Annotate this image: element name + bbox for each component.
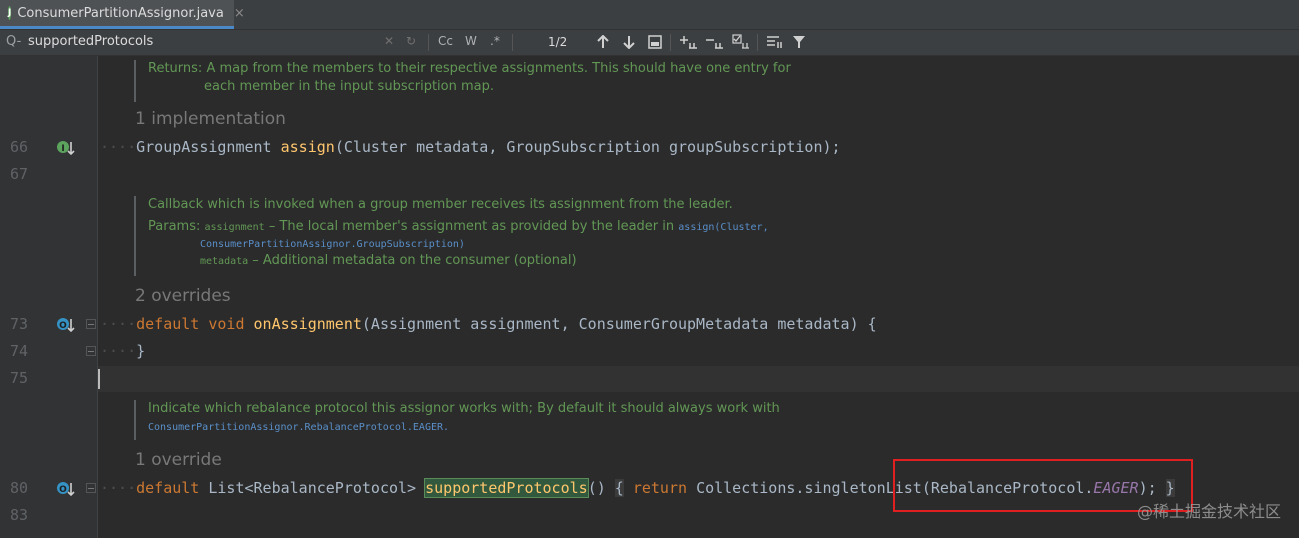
- doc-link[interactable]: assign(Cluster,: [678, 222, 768, 233]
- arrow-down-icon[interactable]: [622, 35, 636, 49]
- watermark: @稀土掘金技术社区: [1136, 502, 1281, 521]
- overridden-method-icon[interactable]: O: [56, 315, 76, 335]
- divider: [757, 34, 758, 51]
- search-history-icon[interactable]: ↻: [406, 34, 416, 48]
- line-number: 66: [10, 138, 29, 156]
- tab-consumer-partition-assignor[interactable]: J ConsumerPartitionAssignor.java ×: [0, 0, 245, 29]
- remove-occurrence-icon[interactable]: [706, 34, 724, 50]
- close-icon[interactable]: ×: [234, 6, 245, 21]
- divider: [670, 34, 671, 51]
- doc-text: – The local member's assignment as provi…: [264, 219, 679, 234]
- regex-button[interactable]: .*: [490, 34, 500, 48]
- filter-icon[interactable]: [792, 35, 806, 49]
- doc-text: each member in the input subscription ma…: [204, 79, 494, 94]
- rendered-javadoc: Callback which is invoked when a group m…: [134, 196, 848, 276]
- match-case-button[interactable]: Cc: [438, 34, 453, 48]
- code-token: (Assignment assignment, ConsumerGroupMet…: [361, 315, 859, 333]
- line-number: 75: [10, 369, 29, 387]
- search-input[interactable]: supportedProtocols: [28, 34, 153, 49]
- overrides-hint[interactable]: 1 override: [135, 450, 222, 470]
- select-all-icon[interactable]: [648, 35, 662, 49]
- doc-link[interactable]: ConsumerPartitionAssignor.GroupSubscript…: [200, 239, 465, 250]
- folded-brace[interactable]: {: [614, 479, 624, 497]
- java-class-icon: J: [8, 6, 12, 20]
- overridden-method-icon[interactable]: O: [56, 479, 76, 499]
- text-caret: [98, 369, 100, 389]
- fold-marker[interactable]: [86, 346, 96, 356]
- fold-marker[interactable]: [86, 319, 96, 329]
- search-result-count: 1/2: [548, 35, 568, 49]
- doc-link[interactable]: ConsumerPartitionAssignor.RebalanceProto…: [148, 422, 449, 433]
- line-number: 83: [10, 506, 29, 524]
- multiline-icon[interactable]: [766, 35, 782, 49]
- current-line-highlight: [0, 366, 1299, 392]
- rendered-javadoc: Returns: A map from the members to their…: [134, 60, 848, 102]
- method-name[interactable]: onAssignment: [254, 315, 362, 333]
- fold-marker[interactable]: [86, 483, 96, 493]
- svg-text:O: O: [59, 485, 67, 495]
- code-token: List<RebalanceProtocol>: [208, 479, 417, 497]
- words-button[interactable]: W: [465, 34, 477, 48]
- find-bar: Q- supportedProtocols ✕ ↻ Cc W .* 1/2: [0, 30, 1299, 56]
- code-token: (Cluster metadata, GroupSubscription gro…: [334, 138, 841, 156]
- code-line-66: ····GroupAssignment assign(Cluster metad…: [100, 138, 841, 156]
- rendered-javadoc: Indicate which rebalance protocol this a…: [134, 400, 848, 440]
- line-number: 73: [10, 315, 29, 333]
- divider: [512, 34, 513, 51]
- gutter-separator: [97, 56, 98, 538]
- add-occurrence-icon[interactable]: [680, 34, 698, 50]
- line-number-gutter: [0, 56, 98, 538]
- method-name[interactable]: assign: [281, 138, 335, 156]
- code-token: }: [136, 342, 146, 360]
- doc-text: A map from the members to their respecti…: [206, 61, 791, 76]
- overrides-hint[interactable]: 2 overrides: [135, 286, 231, 306]
- doc-text: Indicate which rebalance protocol this a…: [148, 401, 780, 416]
- implemented-method-icon[interactable]: I: [56, 138, 76, 158]
- line-number: 80: [10, 479, 29, 497]
- line-number: 67: [10, 165, 29, 183]
- keyword: void: [208, 315, 245, 333]
- doc-text: – Additional metadata on the consumer (o…: [248, 253, 577, 268]
- line-number: 74: [10, 342, 29, 360]
- doc-returns-label: Returns:: [148, 61, 203, 76]
- tab-label: ConsumerPartitionAssignor.java: [17, 5, 224, 21]
- doc-param-name: assignment: [204, 222, 265, 233]
- select-occurrences-icon[interactable]: [732, 34, 750, 50]
- keyword: default: [136, 479, 200, 497]
- implementations-hint[interactable]: 1 implementation: [135, 109, 286, 129]
- arrow-up-icon[interactable]: [596, 35, 610, 49]
- clear-search-icon[interactable]: ✕: [384, 34, 394, 48]
- code-token: {: [867, 315, 877, 333]
- code-line-74: ····}: [100, 342, 146, 360]
- search-match-highlight[interactable]: supportedProtocols: [424, 478, 589, 498]
- code-token: GroupAssignment: [136, 138, 272, 156]
- doc-params-label: Params:: [148, 219, 201, 234]
- doc-param-name: metadata: [200, 256, 249, 267]
- svg-text:I: I: [61, 144, 64, 154]
- keyword: default: [136, 315, 200, 333]
- search-icon[interactable]: Q-: [6, 34, 21, 49]
- divider: [428, 34, 429, 51]
- svg-text:O: O: [59, 321, 67, 331]
- editor-tab-bar: J ConsumerPartitionAssignor.java ×: [0, 0, 1299, 30]
- code-token: (): [587, 479, 606, 497]
- keyword: return: [632, 479, 688, 497]
- doc-text: Callback which is invoked when a group m…: [148, 197, 733, 212]
- code-line-73: ····default void onAssignment(Assignment…: [100, 315, 877, 333]
